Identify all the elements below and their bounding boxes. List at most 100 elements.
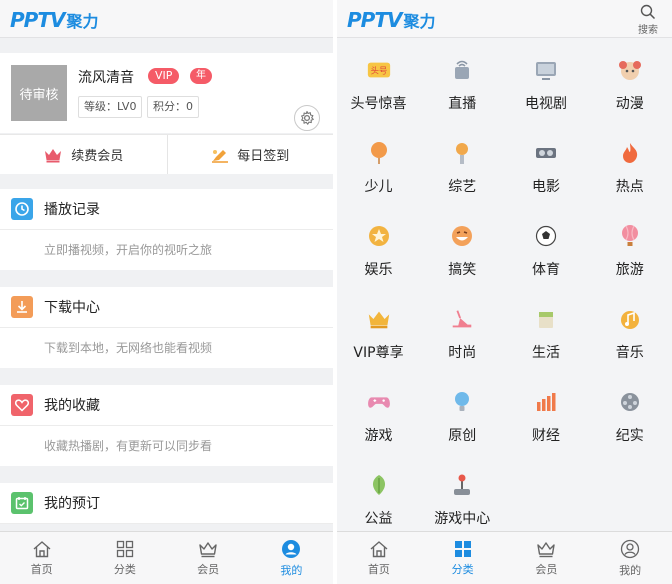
documentary-icon xyxy=(617,389,643,415)
category-screen: PPTV 聚力 搜索 头号 头号惊喜 直播 电视剧 动漫 少儿 综艺 电影 热点 娱乐 搞笑 体育 旅游… xyxy=(337,0,672,584)
surprise-icon: 头号 xyxy=(366,57,392,83)
tab-category[interactable]: 分类 xyxy=(421,532,505,584)
vip-badge: VIP xyxy=(148,68,180,84)
crown-icon xyxy=(537,541,556,557)
category-label: 热点 xyxy=(615,179,644,195)
download-icon xyxy=(11,296,33,318)
category-vip[interactable]: VIP尊享 xyxy=(337,288,420,371)
category-game-center[interactable]: 游戏中心 xyxy=(421,454,504,537)
game-center-icon xyxy=(449,472,475,498)
category-anime[interactable]: 动漫 xyxy=(588,39,671,122)
section-header[interactable]: 下载中心 xyxy=(0,287,333,328)
tab-category[interactable]: 分类 xyxy=(83,532,166,584)
tab-mine[interactable]: 我的 xyxy=(588,532,672,584)
entertainment-icon xyxy=(366,223,392,249)
category-original[interactable]: 原创 xyxy=(421,371,504,454)
category-label: 综艺 xyxy=(448,179,477,195)
category-funny[interactable]: 搞笑 xyxy=(421,205,504,288)
search-icon xyxy=(640,4,656,20)
category-label: 生活 xyxy=(532,345,560,361)
category-life[interactable]: 生活 xyxy=(505,288,588,371)
tab-mine[interactable]: 我的 xyxy=(250,532,333,584)
quick-actions: 续费会员 每日签到 xyxy=(0,134,333,174)
section-description: 收藏热播剧，有更新可以同步看 xyxy=(44,439,213,453)
calendar-icon xyxy=(11,492,33,514)
hot-icon xyxy=(617,140,643,166)
section-reservations[interactable]: 我的预订 xyxy=(0,483,333,524)
vip-icon xyxy=(366,306,392,332)
bottom-tab-bar: 首页 分类 会员 我的 xyxy=(337,531,672,584)
category-icon xyxy=(116,540,134,557)
tab-membership[interactable]: 会员 xyxy=(505,532,589,584)
category-label: 少儿 xyxy=(364,179,393,195)
category-travel[interactable]: 旅游 xyxy=(588,205,671,288)
charity-icon xyxy=(366,472,392,498)
pptv-logo: PPTV 聚力 xyxy=(10,8,99,32)
kids-icon xyxy=(366,140,392,166)
category-icon xyxy=(454,540,471,557)
section-download-center[interactable]: 下载中心 下载到本地，无网络也能看视频 xyxy=(0,287,333,368)
profile-screen: PPTV 聚力 待审核 流风清音 VIP 年 等级：LV0 积分：0 续费会员 xyxy=(0,0,333,584)
category-documentary[interactable]: 纪实 xyxy=(588,371,671,454)
category-label: 直播 xyxy=(448,96,477,112)
category-kids[interactable]: 少儿 xyxy=(337,122,420,205)
svg-text:头号: 头号 xyxy=(370,66,387,76)
settings-button[interactable] xyxy=(294,105,320,131)
category-game[interactable]: 游戏 xyxy=(337,371,420,454)
home-icon xyxy=(33,540,51,557)
category-label: 动漫 xyxy=(615,96,644,112)
tab-home[interactable]: 首页 xyxy=(337,532,421,584)
category-sports[interactable]: 体育 xyxy=(505,205,588,288)
renew-membership-button[interactable]: 续费会员 xyxy=(0,135,167,174)
category-label: 公益 xyxy=(364,511,393,527)
user-icon xyxy=(282,539,301,558)
top-bar: PPTV 聚力 xyxy=(0,0,333,38)
tv-icon xyxy=(533,57,559,83)
sports-icon xyxy=(533,223,559,249)
travel-icon xyxy=(617,223,643,249)
game-icon xyxy=(366,389,392,415)
crown-icon xyxy=(199,541,217,557)
section-favorites[interactable]: 我的收藏 收藏热播剧，有更新可以同步看 xyxy=(0,385,333,466)
category-variety[interactable]: 综艺 xyxy=(421,122,504,205)
category-tv[interactable]: 电视剧 xyxy=(505,39,588,122)
category-music[interactable]: 音乐 xyxy=(588,288,671,371)
category-live[interactable]: 直播 xyxy=(421,39,504,122)
category-label: 原创 xyxy=(448,428,477,444)
pptv-logo: PPTV 聚力 xyxy=(347,8,436,32)
tab-home[interactable]: 首页 xyxy=(0,532,83,584)
daily-checkin-button[interactable]: 每日签到 xyxy=(166,135,334,174)
variety-icon xyxy=(449,140,475,166)
section-description: 下载到本地，无网络也能看视频 xyxy=(44,341,213,355)
category-label: 体育 xyxy=(532,262,560,278)
search-button[interactable]: 搜索 xyxy=(636,4,660,36)
heart-icon xyxy=(11,394,33,416)
section-play-history[interactable]: 播放记录 立即播视频，开启你的视听之旅 xyxy=(0,189,333,270)
category-movie[interactable]: 电影 xyxy=(505,122,588,205)
section-description: 立即播视频，开启你的视听之旅 xyxy=(44,243,213,257)
section-header[interactable]: 播放记录 xyxy=(0,189,333,230)
avatar[interactable]: 待审核 xyxy=(11,65,67,121)
category-fashion[interactable]: 时尚 xyxy=(421,288,504,371)
section-header[interactable]: 我的预订 xyxy=(0,483,333,524)
category-label: 电视剧 xyxy=(525,96,567,112)
music-icon xyxy=(617,306,643,332)
finance-icon xyxy=(533,389,559,415)
crown-icon xyxy=(45,148,62,162)
home-icon xyxy=(370,540,388,557)
category-label: 纪实 xyxy=(615,428,644,444)
bottom-tab-bar: 首页 分类 会员 我的 xyxy=(0,531,333,584)
category-label: 电影 xyxy=(532,179,560,195)
category-entertainment[interactable]: 娱乐 xyxy=(337,205,420,288)
section-header[interactable]: 我的收藏 xyxy=(0,385,333,426)
category-finance[interactable]: 财经 xyxy=(505,371,588,454)
profile-card[interactable]: 待审核 流风清音 VIP 年 等级：LV0 积分：0 xyxy=(0,53,333,133)
category-label: 头号惊喜 xyxy=(350,96,407,112)
fashion-icon xyxy=(449,306,475,332)
life-icon xyxy=(533,306,559,332)
category-hot[interactable]: 热点 xyxy=(588,122,671,205)
category-label: VIP尊享 xyxy=(353,345,404,361)
category-charity[interactable]: 公益 xyxy=(337,454,420,537)
category-surprise[interactable]: 头号 头号惊喜 xyxy=(337,39,420,122)
tab-membership[interactable]: 会员 xyxy=(167,532,250,584)
